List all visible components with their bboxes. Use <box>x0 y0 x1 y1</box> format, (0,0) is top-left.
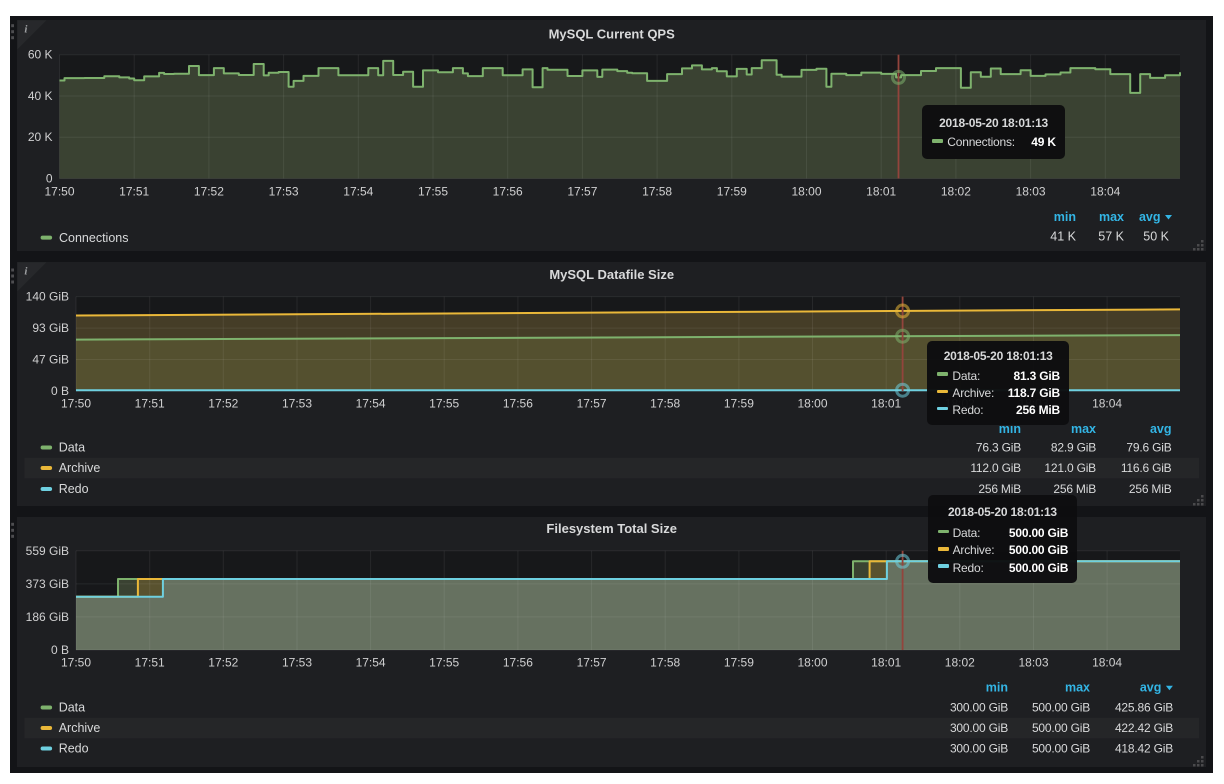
svg-text:17:56: 17:56 <box>503 656 533 670</box>
svg-text:17:52: 17:52 <box>208 396 238 410</box>
svg-text:Filesystem Total Size: Filesystem Total Size <box>546 521 677 536</box>
svg-text:17:52: 17:52 <box>208 656 238 670</box>
svg-text:18:04: 18:04 <box>1092 656 1122 670</box>
svg-text:18:02: 18:02 <box>941 185 971 199</box>
svg-text:300.00 GiB: 300.00 GiB <box>950 742 1008 756</box>
svg-text:Redo: Redo <box>59 742 89 756</box>
svg-text:max: max <box>1071 422 1096 436</box>
svg-text:116.6 GiB: 116.6 GiB <box>1121 461 1172 475</box>
svg-text:17:51: 17:51 <box>135 396 165 410</box>
svg-text:18:01: 18:01 <box>866 185 896 199</box>
svg-text:Redo: Redo <box>59 482 89 496</box>
svg-text:Connections: Connections <box>59 231 129 245</box>
svg-text:50 K: 50 K <box>1143 230 1169 244</box>
svg-text:18:04: 18:04 <box>1090 185 1120 199</box>
svg-text:17:56: 17:56 <box>493 185 523 199</box>
svg-text:300.00 GiB: 300.00 GiB <box>950 701 1008 715</box>
svg-text:82.9 GiB: 82.9 GiB <box>1051 441 1096 455</box>
svg-text:256 MiB: 256 MiB <box>1129 482 1172 496</box>
svg-text:17:50: 17:50 <box>44 185 74 199</box>
svg-text:41 K: 41 K <box>1050 230 1076 244</box>
svg-text:max: max <box>1099 210 1124 224</box>
svg-text:17:57: 17:57 <box>577 396 607 410</box>
svg-text:min: min <box>986 681 1008 695</box>
svg-text:0: 0 <box>46 172 53 186</box>
svg-text:47 GiB: 47 GiB <box>32 353 69 367</box>
svg-text:18:03: 18:03 <box>1016 185 1046 199</box>
svg-text:17:55: 17:55 <box>429 656 459 670</box>
svg-text:Archive: Archive <box>59 721 101 735</box>
svg-text:17:59: 17:59 <box>717 185 747 199</box>
svg-text:17:50: 17:50 <box>61 396 91 410</box>
svg-text:17:58: 17:58 <box>642 185 672 199</box>
svg-text:18:04: 18:04 <box>1092 396 1122 410</box>
svg-text:max: max <box>1065 681 1090 695</box>
svg-text:17:59: 17:59 <box>724 656 754 670</box>
svg-text:17:56: 17:56 <box>503 396 533 410</box>
svg-text:17:54: 17:54 <box>356 656 386 670</box>
svg-text:avg: avg <box>1139 210 1161 224</box>
svg-text:17:55: 17:55 <box>418 185 448 199</box>
svg-text:17:53: 17:53 <box>282 656 312 670</box>
svg-text:121.0 GiB: 121.0 GiB <box>1044 461 1096 475</box>
svg-text:256 MiB: 256 MiB <box>978 482 1021 496</box>
svg-text:373 GiB: 373 GiB <box>26 577 69 591</box>
svg-text:40 K: 40 K <box>28 89 53 103</box>
svg-text:18:02: 18:02 <box>945 656 975 670</box>
svg-text:140 GiB: 140 GiB <box>26 290 69 304</box>
svg-text:18:00: 18:00 <box>791 185 821 199</box>
svg-text:18:03: 18:03 <box>1018 656 1048 670</box>
svg-text:18:01: 18:01 <box>871 396 901 410</box>
svg-text:18:00: 18:00 <box>797 396 827 410</box>
svg-text:MySQL Datafile Size: MySQL Datafile Size <box>549 267 674 282</box>
svg-text:76.3 GiB: 76.3 GiB <box>976 441 1021 455</box>
svg-text:559 GiB: 559 GiB <box>26 544 69 558</box>
svg-text:17:57: 17:57 <box>577 656 607 670</box>
svg-text:20 K: 20 K <box>28 130 53 144</box>
svg-text:17:57: 17:57 <box>567 185 597 199</box>
svg-text:93 GiB: 93 GiB <box>32 321 69 335</box>
svg-text:17:55: 17:55 <box>429 396 459 410</box>
svg-text:18:00: 18:00 <box>797 656 827 670</box>
svg-text:112.0 GiB: 112.0 GiB <box>970 461 1021 475</box>
svg-text:Archive: Archive <box>59 461 101 475</box>
svg-text:17:58: 17:58 <box>650 396 680 410</box>
svg-text:418.42 GiB: 418.42 GiB <box>1115 742 1173 756</box>
svg-text:min: min <box>1054 210 1076 224</box>
svg-text:17:51: 17:51 <box>135 656 165 670</box>
svg-text:57 K: 57 K <box>1098 230 1124 244</box>
svg-text:17:53: 17:53 <box>269 185 299 199</box>
svg-text:422.42 GiB: 422.42 GiB <box>1115 721 1173 735</box>
svg-text:425.86 GiB: 425.86 GiB <box>1115 701 1173 715</box>
svg-text:17:50: 17:50 <box>61 656 91 670</box>
svg-text:500.00 GiB: 500.00 GiB <box>1032 701 1090 715</box>
svg-text:avg: avg <box>1150 422 1172 436</box>
svg-text:186 GiB: 186 GiB <box>26 610 69 624</box>
svg-text:256 MiB: 256 MiB <box>1053 482 1096 496</box>
svg-text:300.00 GiB: 300.00 GiB <box>950 721 1008 735</box>
svg-text:17:51: 17:51 <box>119 185 149 199</box>
svg-text:17:52: 17:52 <box>194 185 224 199</box>
svg-text:MySQL Current QPS: MySQL Current QPS <box>549 26 676 41</box>
svg-text:17:54: 17:54 <box>343 185 373 199</box>
svg-text:Data: Data <box>59 441 85 455</box>
svg-text:Data: Data <box>59 701 85 715</box>
svg-text:500.00 GiB: 500.00 GiB <box>1032 742 1090 756</box>
svg-text:500.00 GiB: 500.00 GiB <box>1032 721 1090 735</box>
svg-text:79.6 GiB: 79.6 GiB <box>1126 441 1171 455</box>
svg-text:17:53: 17:53 <box>282 396 312 410</box>
svg-text:17:58: 17:58 <box>650 656 680 670</box>
svg-text:60 K: 60 K <box>28 48 53 62</box>
svg-text:avg: avg <box>1140 681 1162 695</box>
svg-text:17:59: 17:59 <box>724 396 754 410</box>
svg-text:18:01: 18:01 <box>871 656 901 670</box>
svg-text:17:54: 17:54 <box>356 396 386 410</box>
